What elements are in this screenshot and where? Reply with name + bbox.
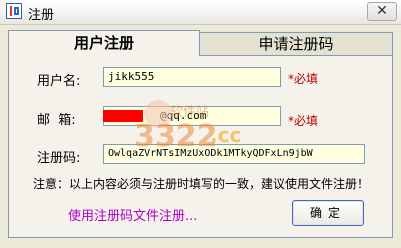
file-register-link[interactable]: 使用注册码文件注册... — [68, 205, 197, 224]
close-button[interactable]: ✕ — [367, 2, 397, 21]
tab-apply-code[interactable]: 申请注册码 — [200, 32, 393, 56]
window-title: 注册 — [28, 8, 55, 23]
tab-user-register[interactable]: 用户注册 — [8, 30, 200, 56]
username-required: *必填 — [288, 72, 319, 86]
email-label: 邮 箱: — [37, 113, 76, 128]
app-icon — [6, 3, 22, 19]
title-bar[interactable]: 注册 ✕ — [0, 0, 401, 25]
ok-button[interactable]: 确定 — [292, 200, 364, 226]
username-label: 用户名: — [37, 74, 81, 89]
regcode-label: 注册码: — [37, 151, 81, 166]
email-redaction — [103, 110, 143, 122]
username-field[interactable]: jikk555 — [103, 67, 281, 87]
regcode-field[interactable]: OwlqaZVrNTsIMzUxODk1MTkyQDFxLn9jbW — [103, 144, 365, 164]
email-required: *必填 — [288, 114, 319, 128]
notice-text: 注意：以上内容必须与注册时填写的一致，建议使用文件注册！ — [33, 177, 370, 191]
register-window: 注册 ✕ 用户注册 申请注册码 用户名: jikk555 *必填 邮 箱: @q… — [0, 0, 401, 248]
